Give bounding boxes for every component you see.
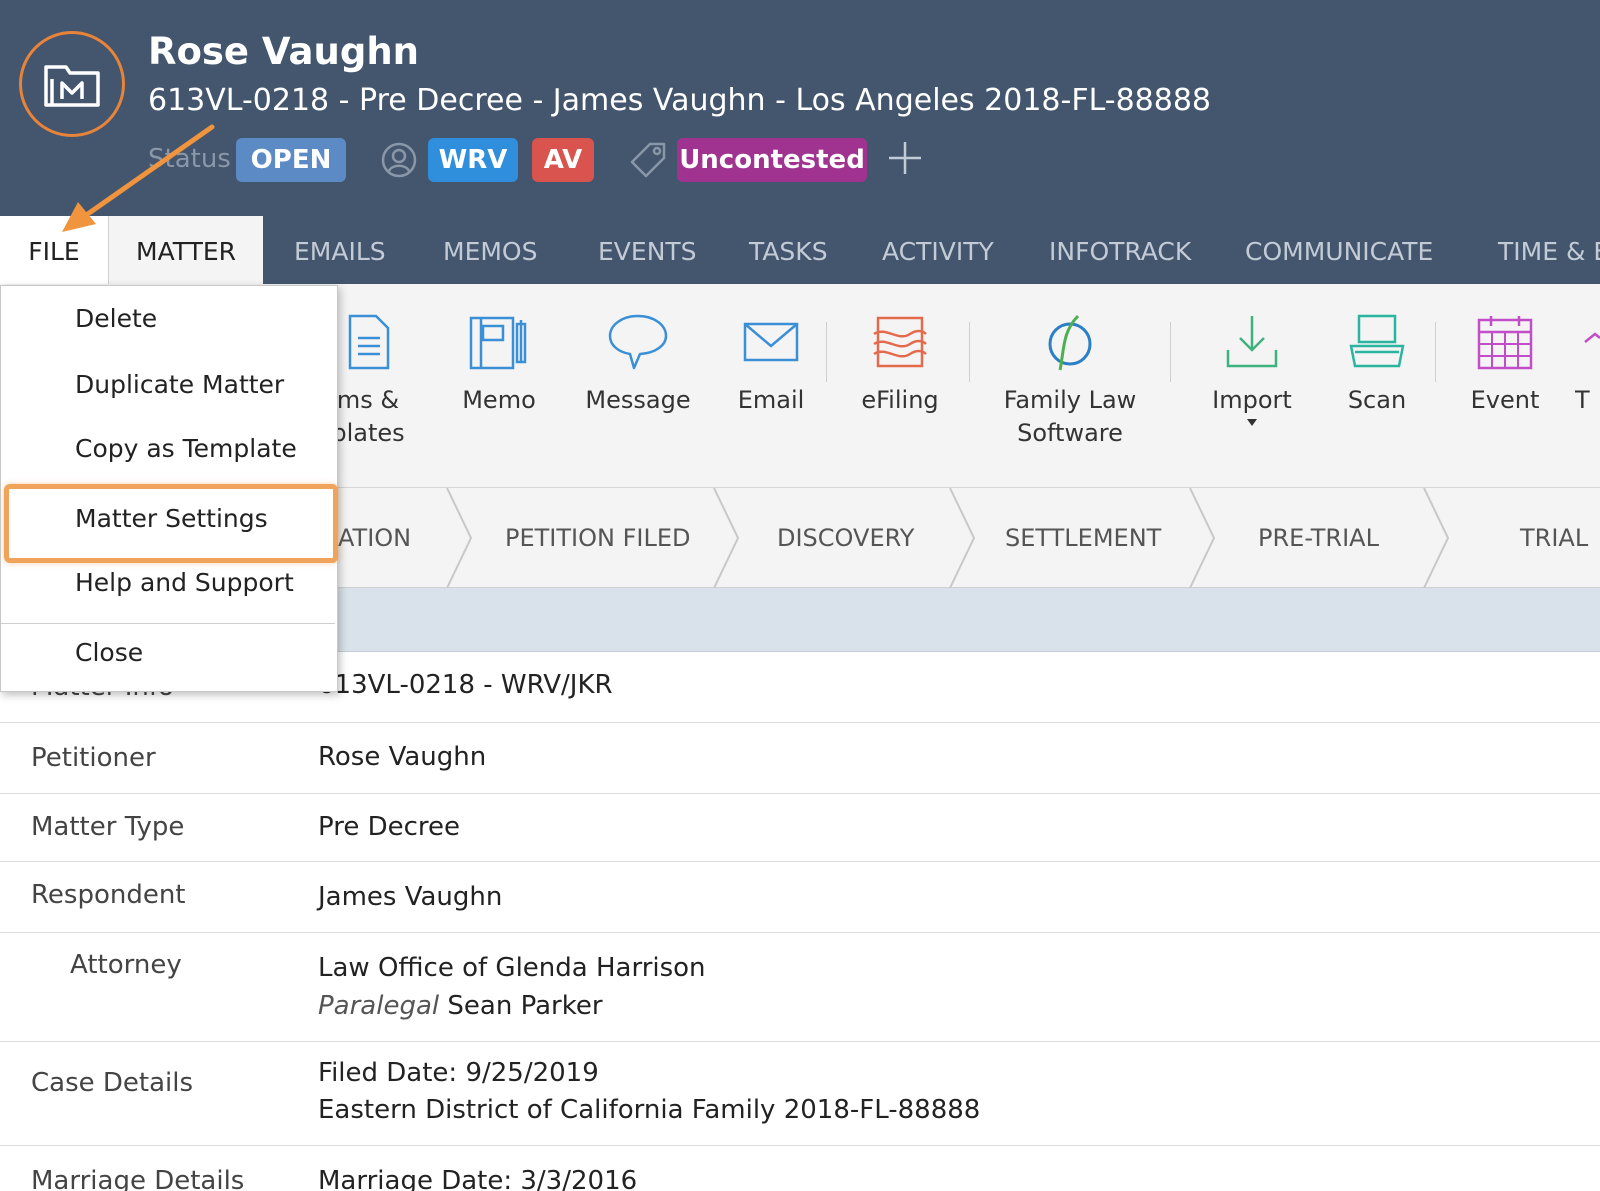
matter-type-value: Pre Decree: [318, 812, 461, 842]
court-value: Eastern District of California Family 20…: [318, 1095, 981, 1125]
detail-row-case-details: Case Details Filed Date: 9/25/2019 Easte…: [0, 1042, 1600, 1146]
menu-item-copy-as-template[interactable]: Copy as Template: [75, 434, 297, 463]
task-icon: [1584, 332, 1600, 343]
tab-events[interactable]: EVENTS: [598, 216, 697, 284]
email-label: Email: [737, 386, 805, 414]
stage-chevron: [1189, 488, 1216, 588]
marriage-value: Marriage Date: 3/3/2016: [318, 1166, 638, 1191]
attorney-label: Attorney: [70, 950, 182, 980]
scan-button[interactable]: Scan: [1327, 284, 1427, 488]
client-name: Rose Vaughn: [148, 30, 419, 73]
event-label: Event: [1470, 386, 1540, 414]
case-details-label: Case Details: [31, 1068, 194, 1098]
detail-row-petitioner: Petitioner Rose Vaughn: [0, 723, 1600, 794]
efiling-button[interactable]: eFiling: [850, 284, 950, 488]
matter-logo: [19, 31, 125, 137]
ribbon-separator: [969, 322, 970, 382]
ribbon-separator: [1435, 322, 1436, 382]
detail-row-attorney: Attorney Law Office of Glenda Harrison P…: [0, 933, 1600, 1042]
download-icon: [1226, 316, 1278, 368]
detail-row-marriage: Marriage Details Marriage Date: 3/3/2016: [0, 1146, 1600, 1191]
person-icon: [381, 142, 417, 178]
document-icon: [348, 314, 390, 370]
menu-item-close[interactable]: Close: [75, 638, 143, 667]
family-law-icon: [1048, 314, 1092, 371]
efiling-icon: [873, 316, 927, 368]
tab-infotrack[interactable]: INFOTRACK: [1049, 216, 1191, 284]
tab-file[interactable]: FILE: [0, 216, 108, 284]
petitioner-value[interactable]: Rose Vaughn: [318, 738, 486, 776]
envelope-icon: [743, 322, 799, 362]
status-label: Status: [148, 144, 231, 174]
marriage-label: Marriage Details: [31, 1166, 245, 1191]
memo-icon: [469, 316, 527, 370]
import-caret-icon[interactable]: [1247, 419, 1257, 426]
message-label: Message: [585, 386, 691, 414]
matter-subtitle: 613VL-0218 - Pre Decree - James Vaughn -…: [148, 83, 1212, 118]
status-badge[interactable]: OPEN: [236, 138, 346, 182]
task-button[interactable]: T: [1575, 284, 1600, 488]
family-law-software-button[interactable]: Family Law Software: [995, 284, 1145, 488]
tab-matter[interactable]: MATTER: [108, 216, 263, 284]
stage-consultation[interactable]: ATION: [338, 488, 411, 588]
stage-chevron: [1423, 488, 1450, 588]
respondent-label: Respondent: [31, 880, 186, 910]
stage-petition-filed[interactable]: PETITION FILED: [505, 488, 690, 588]
family-law-label-1: Family Law: [1003, 386, 1137, 414]
main-tabs: FILE MATTER EMAILS MEMOS EVENTS TASKS AC…: [0, 216, 1600, 284]
staff-badge-av[interactable]: AV: [532, 138, 594, 182]
stage-chevron: [446, 488, 473, 588]
matter-type-label: Matter Type: [31, 812, 185, 842]
paralegal-role: Paralegal: [318, 991, 440, 1021]
matter-folder-icon: [44, 65, 100, 107]
stage-trial[interactable]: TRIAL: [1520, 488, 1588, 588]
paralegal-name[interactable]: Sean Parker: [447, 991, 602, 1021]
detail-row-matter-type: Matter Type Pre Decree: [0, 794, 1600, 862]
efiling-label: eFiling: [861, 386, 939, 414]
matter-info-value: 613VL-0218 - WRV/JKR: [318, 670, 613, 700]
tab-memos[interactable]: MEMOS: [443, 216, 537, 284]
tab-tasks[interactable]: TASKS: [749, 216, 828, 284]
message-button[interactable]: Message: [578, 284, 698, 488]
detail-row-respondent: Respondent James Vaughn: [0, 862, 1600, 933]
respondent-value[interactable]: James Vaughn: [318, 878, 502, 916]
stage-chevron: [713, 488, 740, 588]
tab-emails[interactable]: EMAILS: [294, 216, 386, 284]
email-button[interactable]: Email: [721, 284, 821, 488]
menu-item-help-support[interactable]: Help and Support: [75, 568, 294, 597]
family-law-label-2: Software: [1017, 419, 1123, 447]
tag-badge-uncontested[interactable]: Uncontested: [677, 138, 867, 182]
stage-chevron: [949, 488, 976, 588]
tag-icon[interactable]: [628, 140, 668, 180]
scanner-icon: [1349, 314, 1405, 368]
add-tag-icon[interactable]: [887, 140, 923, 176]
ribbon-separator: [1170, 322, 1171, 382]
stage-pre-trial[interactable]: PRE-TRIAL: [1258, 488, 1379, 588]
task-label: T: [1575, 386, 1590, 414]
event-button[interactable]: Event: [1455, 284, 1555, 488]
scan-label: Scan: [1347, 386, 1407, 414]
staff-badge-wrv[interactable]: WRV: [428, 138, 518, 182]
tab-time[interactable]: TIME & E: [1498, 216, 1600, 284]
petitioner-label: Petitioner: [31, 743, 156, 773]
message-icon: [608, 314, 668, 370]
stage-discovery[interactable]: DISCOVERY: [777, 488, 914, 588]
calendar-icon: [1477, 316, 1533, 370]
stage-settlement[interactable]: SETTLEMENT: [1005, 488, 1161, 588]
menu-item-delete[interactable]: Delete: [75, 304, 157, 333]
tab-activity[interactable]: ACTIVITY: [882, 216, 994, 284]
matter-settings-highlight: [4, 484, 338, 563]
tab-communicate[interactable]: COMMUNICATE: [1245, 216, 1433, 284]
filed-date-value: Filed Date: 9/25/2019: [318, 1058, 599, 1088]
attorney-value[interactable]: Law Office of Glenda Harrison: [318, 949, 706, 987]
menu-item-duplicate-matter[interactable]: Duplicate Matter: [75, 370, 284, 399]
menu-divider: [1, 623, 335, 624]
memo-button[interactable]: Memo: [449, 284, 549, 488]
import-label: Import: [1212, 386, 1292, 414]
ribbon-separator: [826, 322, 827, 382]
paralegal-value: Paralegal Sean Parker: [318, 987, 603, 1025]
import-button[interactable]: Import: [1202, 284, 1302, 488]
memo-label: Memo: [462, 386, 536, 414]
